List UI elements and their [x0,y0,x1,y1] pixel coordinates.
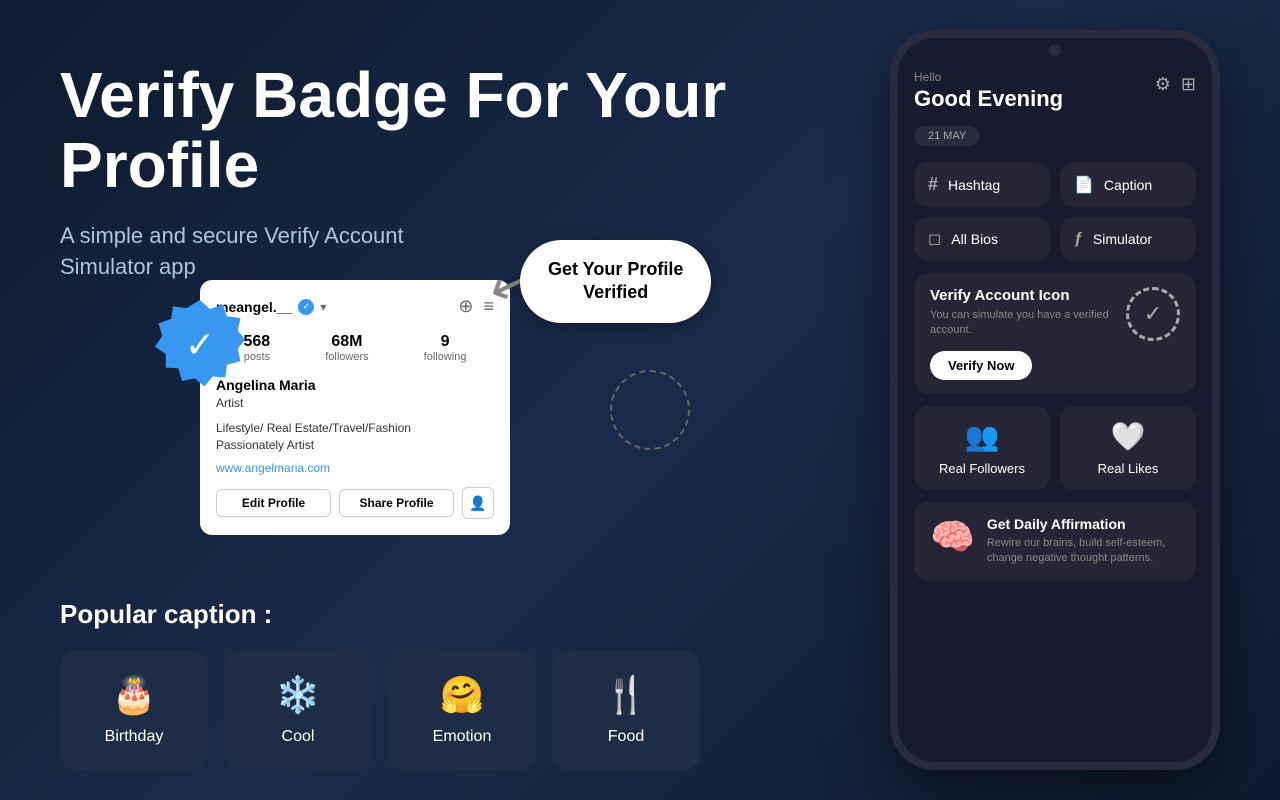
caption-card-food[interactable]: 🍴 Food [552,650,700,770]
profile-website[interactable]: www.angelmaria.com [216,461,494,475]
hashtag-label: Hashtag [948,177,1000,193]
profile-name: Angelina Maria [216,377,494,393]
affirmation-card[interactable]: 🧠 Get Daily Affirmation Rewire our brain… [914,502,1196,581]
verify-badge-small: ✓ [298,299,314,315]
stat-posts-label: posts [244,351,271,363]
add-person-button[interactable]: 👤 [462,487,494,519]
phone-notch [1005,38,1105,62]
hashtag-icon: # [928,174,938,195]
phone-content: Hello Good Evening ⚙ ⊞ 21 MAY # Hashtag … [898,62,1212,756]
grid-icon[interactable]: ⊞ [1181,74,1196,95]
profile-stat-posts: 568 posts [244,333,271,363]
birthday-label: Birthday [105,728,164,746]
all-bios-icon: ◻ [928,229,941,249]
dashed-circle-decoration [610,370,690,450]
caption-card-emotion[interactable]: 🤗 Emotion [388,650,536,770]
profile-stats: 568 posts 68M followers 9 following [216,333,494,363]
profile-stat-followers: 68M followers [325,333,368,363]
caption-button[interactable]: 📄 Caption [1060,162,1196,207]
stat-posts-value: 568 [244,333,271,351]
profile-role: Artist [216,395,494,412]
affirmation-title: Get Daily Affirmation [987,516,1180,532]
stat-following-label: following [424,351,467,363]
hashtag-button[interactable]: # Hashtag [914,162,1050,207]
edit-profile-button[interactable]: Edit Profile [216,489,331,517]
stat-followers-value: 68M [325,333,368,351]
phone-good-evening: Good Evening [914,86,1063,112]
verify-now-button[interactable]: Verify Now [930,351,1032,380]
real-followers-card[interactable]: 👥 Real Followers [914,406,1050,490]
affirmation-icon: 🧠 [930,516,975,558]
phone-top-icons: ⚙ ⊞ [1155,74,1196,95]
phone-greeting: Hello [914,70,1063,84]
caption-card-cool[interactable]: ❄️ Cool [224,650,372,770]
simulator-button[interactable]: ƒ Simulator [1060,217,1196,261]
emotion-label: Emotion [433,728,492,746]
verify-icon-circle: ✓ [1126,287,1180,341]
simulator-icon: ƒ [1074,230,1083,248]
phone-camera [1049,44,1061,56]
verify-account-desc: You can simulate you have a verified acc… [930,308,1114,339]
profile-header: meangel.__ ✓ ▾ ⊕ ≡ [216,296,494,317]
caption-cards: 🎂 Birthday ❄️ Cool 🤗 Emotion 🍴 Food [60,650,740,770]
profile-stat-following: 9 following [424,333,467,363]
cool-icon: ❄️ [276,674,321,716]
all-bios-label: All Bios [951,231,998,247]
real-followers-label: Real Followers [939,461,1025,476]
affirmation-desc: Rewire our brains, build self-esteem, ch… [987,536,1180,567]
subtitle: A simple and secure Verify Account Simul… [60,221,480,283]
affirmation-content: Get Daily Affirmation Rewire our brains,… [987,516,1180,567]
verify-account-title: Verify Account Icon [930,287,1114,304]
phone-greeting-block: Hello Good Evening [914,70,1063,122]
badge-star-shape: ✓ [155,300,245,390]
profile-bio: Lifestyle/ Real Estate/Travel/FashionPas… [216,420,494,454]
share-profile-button[interactable]: Share Profile [339,489,454,517]
real-likes-label: Real Likes [1098,461,1159,476]
cool-label: Cool [282,728,315,746]
verify-account-card: Verify Account Icon You can simulate you… [914,273,1196,394]
stat-following-value: 9 [424,333,467,351]
caption-card-birthday[interactable]: 🎂 Birthday [60,650,208,770]
profile-buttons: Edit Profile Share Profile 👤 [216,487,494,519]
profile-mockup: meangel.__ ✓ ▾ ⊕ ≡ 568 posts 68M followe… [200,280,510,535]
phone-date-badge: 21 MAY [914,126,980,146]
food-label: Food [608,728,644,746]
settings-icon[interactable]: ⚙ [1155,74,1171,95]
real-likes-card[interactable]: 🤍 Real Likes [1060,406,1196,490]
food-icon: 🍴 [604,674,649,716]
main-title: Verify Badge For Your Profile [60,60,760,201]
caption-label: Caption [1104,177,1152,193]
birthday-icon: 🎂 [112,674,157,716]
stat-followers-label: followers [325,351,368,363]
phone-feature-grid: # Hashtag 📄 Caption ◻ All Bios ƒ Simulat… [914,162,1196,261]
emotion-icon: 🤗 [440,674,485,716]
verify-bubble-text: Get Your Profile Verified [548,258,683,305]
all-bios-button[interactable]: ◻ All Bios [914,217,1050,261]
real-followers-icon: 👥 [965,420,1000,453]
verify-account-content: Verify Account Icon You can simulate you… [930,287,1114,380]
popular-caption-title: Popular caption : [60,599,740,630]
phone-mockup: Hello Good Evening ⚙ ⊞ 21 MAY # Hashtag … [890,30,1220,770]
dropdown-chevron: ▾ [320,300,326,314]
popular-caption-section: Popular caption : 🎂 Birthday ❄️ Cool 🤗 E… [60,599,740,770]
verify-badge-decoration: ✓ [155,300,245,390]
real-likes-icon: 🤍 [1111,420,1146,453]
add-icon[interactable]: ⊕ [458,296,473,317]
caption-icon: 📄 [1074,175,1094,195]
simulator-label: Simulator [1093,231,1152,247]
verify-bubble: Get Your Profile Verified [520,240,711,323]
phone-bottom-grid: 👥 Real Followers 🤍 Real Likes [914,406,1196,490]
